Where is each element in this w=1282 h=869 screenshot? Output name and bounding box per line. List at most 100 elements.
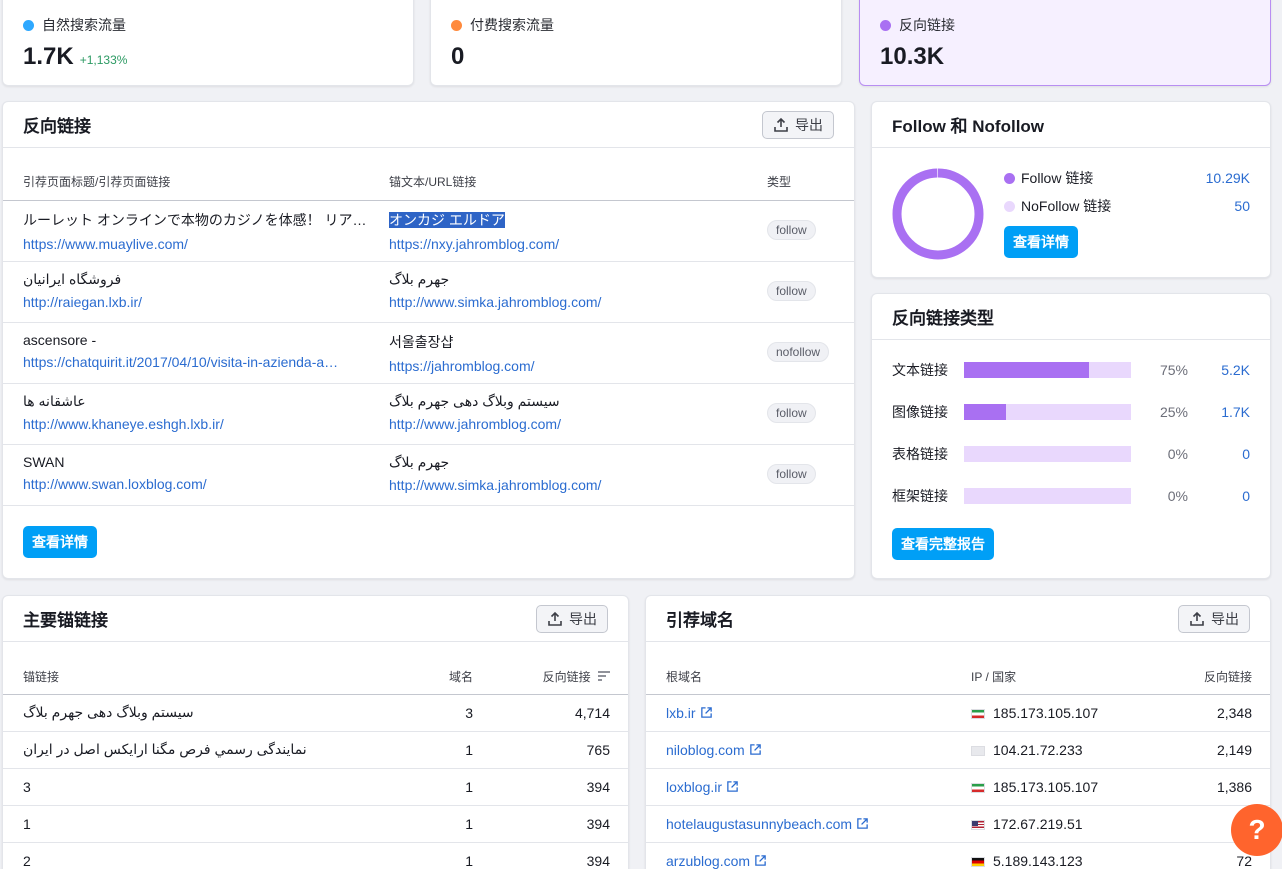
follow-details-button[interactable]: 查看详情 <box>1004 226 1078 258</box>
page-url[interactable]: https://chatquirit.it/2017/04/10/visita-… <box>23 354 338 370</box>
backlinks-table: 引荐页面标题/引荐页面链接 锚文本/URL链接 类型 ルーレット オンラインで本… <box>3 148 854 506</box>
type-badge: follow <box>767 280 816 301</box>
anchor-text: オンカジ エルドア <box>389 211 505 228</box>
follow-donut <box>892 168 984 260</box>
metric-value: 10.3K <box>880 43 945 70</box>
table-row: lxb.ir 185.173.105.107 2,348 <box>646 694 1270 731</box>
metric-organic-traffic[interactable]: 自然搜索流量 1.7K +1,133% <box>2 0 414 86</box>
follow-card: Follow 和 Nofollow Follow 链接 10.29K NoFol… <box>871 101 1271 278</box>
domain-link[interactable]: lxb.ir <box>666 705 696 721</box>
domain-link[interactable]: niloblog.com <box>666 742 745 758</box>
types-title: 反向链接类型 <box>892 309 994 328</box>
country-flag-icon <box>971 819 985 830</box>
upload-icon <box>1190 611 1204 626</box>
ip-address: 5.189.143.123 <box>993 852 1083 869</box>
type-count[interactable]: 5.2K <box>1221 362 1250 378</box>
page-url[interactable]: http://www.khaneye.eshgh.lxb.ir/ <box>23 416 224 432</box>
backlink-count: 394 <box>586 815 610 832</box>
metric-paid-traffic[interactable]: 付费搜索流量 0 <box>430 0 842 86</box>
type-count[interactable]: 0 <box>1242 488 1250 504</box>
referring-card: 引荐域名 导出 根域名 IP / 国家 反向链接 lxb.ir 185.173.1… <box>645 595 1271 869</box>
ip-address: 172.67.219.51 <box>993 815 1083 832</box>
table-row: عاشقانه ها http://www.khaneye.eshgh.lxb.i… <box>3 383 854 444</box>
view-details-button[interactable]: 查看详情 <box>23 525 97 558</box>
table-row: SWAN http://www.swan.loxblog.com/ جهرم بل… <box>3 444 854 505</box>
type-bar-fill <box>964 404 1006 420</box>
type-badge: follow <box>767 402 816 423</box>
backlinks-card: 反向链接 导出 引荐页面标题/引荐页面链接 锚文本/URL链接 类型 ルーレット… <box>2 101 855 579</box>
col-root-domain: 根域名 <box>646 642 971 695</box>
domain-link[interactable]: loxblog.ir <box>666 779 722 795</box>
anchor-url[interactable]: http://www.jahromblog.com/ <box>389 416 561 432</box>
ip-address: 185.173.105.107 <box>993 778 1099 795</box>
type-count[interactable]: 1.7K <box>1221 404 1250 420</box>
col-anchor: 锚文本/URL链接 <box>389 148 767 201</box>
type-count[interactable]: 0 <box>1242 446 1250 462</box>
legend-value[interactable]: 50 <box>1234 198 1250 214</box>
anchor-text: 2 <box>23 852 31 869</box>
col-ip-country: IP / 国家 <box>971 642 1151 695</box>
anchor-url[interactable]: http://www.simka.jahromblog.com/ <box>389 294 601 310</box>
domain-link[interactable]: arzublog.com <box>666 853 750 869</box>
type-bar-fill <box>964 362 1090 378</box>
type-row-frame: 框架链接 0% 0 <box>892 475 1250 517</box>
organic-dot-icon <box>23 19 34 31</box>
page-title: عاشقانه ها <box>23 392 86 409</box>
type-pct: 0% <box>1167 446 1188 462</box>
external-link-icon <box>700 706 712 718</box>
col-backlinks: 反向链接 <box>1151 642 1270 695</box>
metric-value: 1.7K <box>23 43 74 70</box>
backlinks-title: 反向链接 <box>23 117 91 136</box>
metric-backlinks[interactable]: 反向链接 10.3K <box>859 0 1271 86</box>
page-url[interactable]: https://www.muaylive.com/ <box>23 236 188 252</box>
follow-swatch-icon <box>1004 172 1015 184</box>
export-label: 导出 <box>569 610 597 627</box>
anchor-text: 서울출장샵 <box>389 333 454 350</box>
export-button[interactable]: 导出 <box>536 604 608 633</box>
help-button[interactable]: ? <box>1231 804 1282 856</box>
col-type: 类型 <box>767 148 854 201</box>
legend-nofollow: NoFollow 链接 50 <box>1004 192 1250 220</box>
country-flag-icon <box>971 782 985 793</box>
full-report-button[interactable]: 查看完整报告 <box>892 528 994 560</box>
export-button[interactable]: 导出 <box>762 110 834 139</box>
table-row: سیستم وبلاگ دهی جهرم بلاگ 3 4,714 <box>3 694 628 731</box>
anchor-text: جهرم بلاگ <box>389 453 450 470</box>
table-row: ルーレット オンラインで本物のカジノを体感！ リア… https://www.mu… <box>3 200 854 261</box>
backlink-count: 765 <box>586 741 610 758</box>
col-backlinks[interactable]: 反向链接 <box>473 642 628 695</box>
type-name: 表格链接 <box>892 446 948 462</box>
table-row: فروشگاه ایرانیان http://raiegan.lxb.ir/ ج… <box>3 261 854 322</box>
referring-table: 根域名 IP / 国家 反向链接 lxb.ir 185.173.105.107 2,… <box>646 642 1270 869</box>
type-badge: nofollow <box>767 341 830 362</box>
ip-address: 104.21.72.233 <box>993 741 1083 758</box>
anchors-header: 主要锚链接 导出 <box>3 596 628 642</box>
export-button[interactable]: 导出 <box>1178 604 1250 633</box>
anchor-text: سیستم وبلاگ دهی جهرم بلاگ <box>389 392 560 409</box>
backlink-count: 1,386 <box>1216 778 1252 795</box>
domain-count: 3 <box>465 704 473 721</box>
anchor-url[interactable]: https://jahromblog.com/ <box>389 358 535 374</box>
nofollow-swatch-icon <box>1004 200 1015 212</box>
referring-header: 引荐域名 导出 <box>646 596 1270 642</box>
type-bar <box>964 362 1131 378</box>
anchors-table: 锚链接 域名 反向链接 سیستم وبلاگ دهی جهرم بلاگ 3 4,… <box>3 642 628 869</box>
page-url[interactable]: http://raiegan.lxb.ir/ <box>23 294 142 310</box>
external-link-icon <box>749 743 761 755</box>
anchor-url[interactable]: https://nxy.jahromblog.com/ <box>389 236 559 252</box>
type-name: 框架链接 <box>892 488 948 504</box>
domain-link[interactable]: hotelaugustasunnybeach.com <box>666 816 852 832</box>
domain-count: 1 <box>465 815 473 832</box>
page-url[interactable]: http://www.swan.loxblog.com/ <box>23 476 207 492</box>
col-referring-page: 引荐页面标题/引荐页面链接 <box>3 148 389 201</box>
backlinks-dot-icon <box>880 19 891 31</box>
anchor-url[interactable]: http://www.simka.jahromblog.com/ <box>389 477 601 493</box>
col-domains: 域名 <box>383 642 473 695</box>
page-title: ルーレット オンラインで本物のカジノを体感！ リア… <box>23 211 367 228</box>
legend-label: NoFollow 链接 <box>1021 198 1112 214</box>
follow-title: Follow 和 Nofollow <box>892 117 1045 136</box>
legend-value[interactable]: 10.29K <box>1206 170 1250 186</box>
external-link-icon <box>755 854 766 866</box>
upload-icon <box>548 611 562 626</box>
anchor-text: نمایندگی رسمي فرص مگنا ارایکس اصل در ایر… <box>23 741 307 757</box>
